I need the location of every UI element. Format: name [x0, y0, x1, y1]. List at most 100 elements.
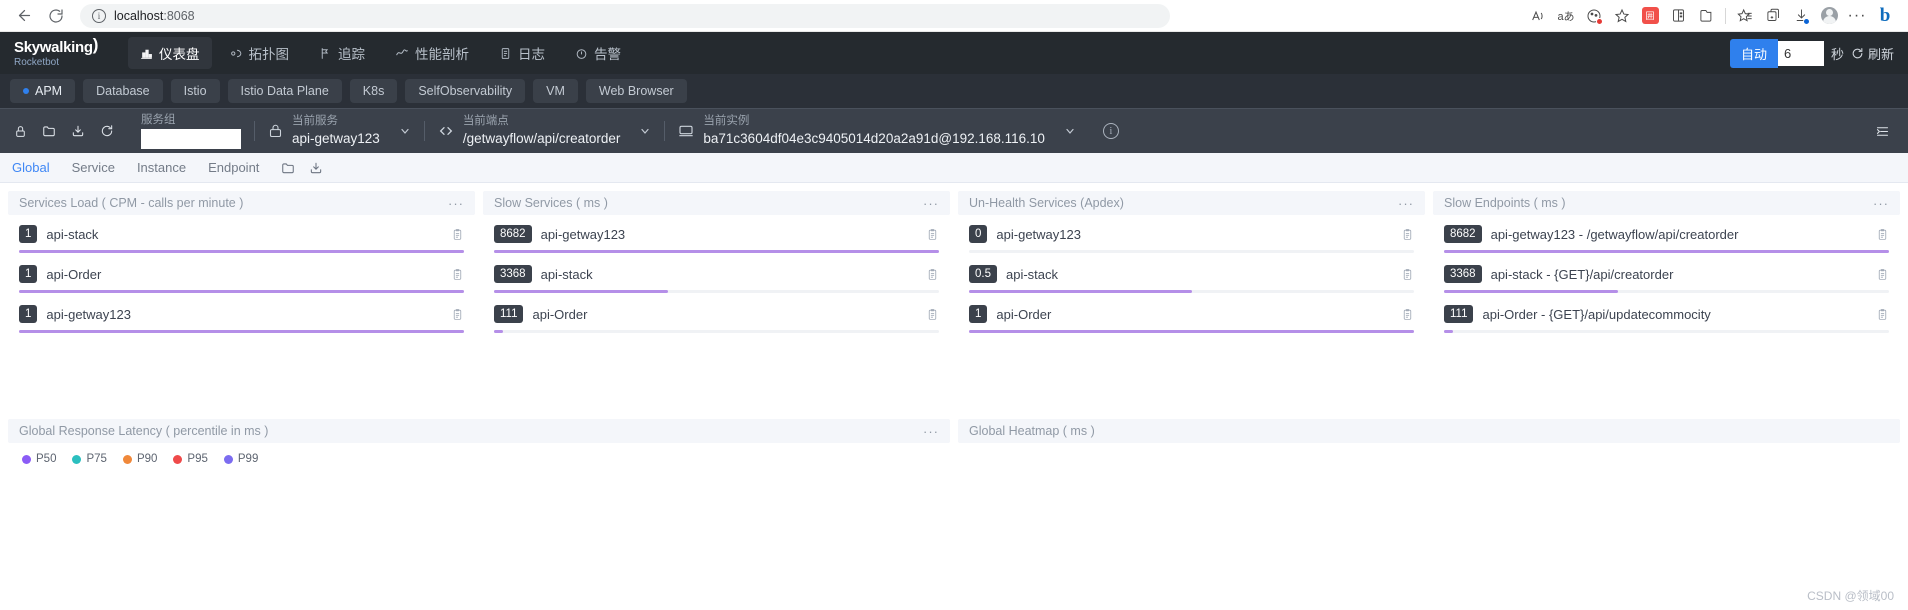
chevron-down-icon[interactable] [639, 125, 651, 137]
chevron-down-icon[interactable] [399, 125, 411, 137]
nav-item-trace[interactable]: 追踪 [307, 37, 377, 69]
copy-icon[interactable] [1401, 308, 1414, 321]
panel-menu-icon[interactable]: ··· [1398, 196, 1414, 211]
subtab-endpoint[interactable]: Endpoint [208, 160, 259, 175]
list-item[interactable]: 0 api-getway123 [969, 223, 1414, 253]
info-icon[interactable]: i [1102, 123, 1119, 139]
settings-more-icon[interactable]: ··· [1844, 3, 1870, 29]
chevron-down-icon[interactable] [1064, 125, 1076, 137]
service-group-selector[interactable]: 服务组 [128, 109, 254, 153]
list-item-label: api-getway123 [46, 306, 131, 322]
add-favorite-icon[interactable] [1609, 3, 1635, 29]
list-item[interactable]: 111 api-Order [494, 303, 939, 333]
skywalking-logo[interactable]: Skywalking Rocketbot [14, 38, 114, 69]
folder-icon[interactable] [281, 161, 295, 175]
nav-item-log[interactable]: 日志 [487, 37, 557, 69]
current-endpoint-selector[interactable]: 当前端点 /getwayflow/api/creatorder [425, 109, 665, 153]
favorites-icon[interactable] [1732, 3, 1758, 29]
nav-item-alarm[interactable]: 告警 [563, 37, 633, 69]
nav-label-trace: 追踪 [338, 47, 365, 62]
list-item[interactable]: 1 api-Order [969, 303, 1414, 333]
panel-title: Slow Endpoints ( ms ) [1444, 196, 1566, 210]
tab-apm[interactable]: APM [10, 79, 76, 103]
tab-web-browser[interactable]: Web Browser [585, 79, 687, 103]
panel-menu-icon[interactable]: ··· [923, 424, 939, 439]
copy-icon[interactable] [1401, 268, 1414, 281]
subtab-global[interactable]: Global [12, 160, 50, 175]
read-aloud-icon[interactable] [1525, 3, 1551, 29]
downloads-icon[interactable] [1788, 3, 1814, 29]
expand-panel-icon[interactable] [1868, 118, 1896, 144]
copy-icon[interactable] [926, 268, 939, 281]
list-item-label: api-Order [996, 306, 1052, 322]
copy-icon[interactable] [926, 228, 939, 241]
tab-k8s[interactable]: K8s [349, 79, 398, 103]
subtab-service[interactable]: Service [72, 160, 115, 175]
legend-item-p50[interactable]: P50 [22, 453, 56, 465]
info-icon[interactable]: i [92, 8, 106, 23]
current-instance-selector[interactable]: 当前实例 ba71c3604df04e3c9405014d20a2a91d@19… [665, 109, 1089, 153]
list-item[interactable]: 3368 api-stack - {GET}/api/creatorder [1444, 263, 1889, 293]
profile-avatar-icon[interactable] [1816, 3, 1842, 29]
browser-essentials-icon[interactable] [1581, 3, 1607, 29]
reload-icon[interactable] [93, 118, 121, 144]
back-arrow-icon[interactable] [10, 2, 38, 30]
reload-icon[interactable] [42, 2, 70, 30]
copy-icon[interactable] [1876, 268, 1889, 281]
tab-istio-data-plane[interactable]: Istio Data Plane [227, 79, 342, 103]
panel-menu-icon[interactable]: ··· [448, 196, 464, 211]
legend-item-p75[interactable]: P75 [72, 453, 107, 465]
add-tab-icon[interactable] [1760, 3, 1786, 29]
extension-red-icon[interactable]: 囲 [1637, 3, 1663, 29]
nav-item-dashboard[interactable]: 仪表盘 [128, 37, 212, 69]
nav-item-topology[interactable]: 拓扑图 [218, 37, 302, 69]
auto-toggle-button[interactable]: 自动 [1729, 38, 1778, 68]
service-group-input[interactable] [141, 129, 241, 150]
current-service-selector[interactable]: 当前服务 api-getway123 [255, 109, 424, 153]
current-endpoint-label: 当前端点 [462, 115, 509, 128]
copy-icon[interactable] [926, 308, 939, 321]
refresh-button[interactable]: 刷新 [1851, 44, 1894, 63]
folder-icon[interactable] [35, 118, 63, 144]
list-item[interactable]: 8682 api-getway123 [494, 223, 939, 253]
list-item[interactable]: 0.5 api-stack [969, 263, 1414, 293]
panel-title: Un-Health Services (Apdex) [969, 196, 1124, 210]
nav-item-profile[interactable]: 性能剖析 [383, 37, 481, 69]
copilot-icon[interactable]: b [1872, 3, 1898, 29]
split-screen-icon[interactable] [1665, 3, 1691, 29]
copy-icon[interactable] [451, 228, 464, 241]
list-item[interactable]: 1 api-stack [19, 223, 464, 253]
panel-menu-icon[interactable]: ··· [1873, 196, 1889, 211]
panel-menu-icon[interactable]: ··· [923, 196, 939, 211]
copy-icon[interactable] [1401, 228, 1414, 241]
tab-vm[interactable]: VM [533, 79, 578, 103]
status-badge: 8682 [494, 224, 532, 244]
collections-icon[interactable] [1693, 3, 1719, 29]
translate-icon[interactable]: aあ [1553, 3, 1579, 29]
refresh-interval-input[interactable] [1777, 40, 1824, 66]
tab-database[interactable]: Database [83, 79, 163, 103]
list-item[interactable]: 8682 api-getway123 - /getwayflow/api/cre… [1444, 223, 1889, 253]
list-item[interactable]: 1 api-getway123 [19, 303, 464, 333]
legend-item-p95[interactable]: P95 [173, 453, 208, 465]
legend-item-p99[interactable]: P99 [223, 453, 258, 465]
legend-item-p90[interactable]: P90 [122, 453, 157, 465]
panel-header: Services Load ( CPM - calls per minute )… [8, 191, 475, 215]
tab-label-selfobservability: SelfObservability [418, 84, 513, 98]
list-item[interactable]: 1 api-Order [19, 263, 464, 293]
list-item[interactable]: 111 api-Order - {GET}/api/updatecommocit… [1444, 303, 1889, 333]
alert-badge [1596, 17, 1603, 25]
copy-icon[interactable] [451, 268, 464, 281]
lock-icon[interactable] [6, 118, 34, 144]
copy-icon[interactable] [1876, 228, 1889, 241]
address-bar[interactable]: i localhost:8068 [80, 3, 1170, 28]
subtab-instance[interactable]: Instance [137, 160, 186, 175]
copy-icon[interactable] [451, 308, 464, 321]
tab-selfobservability[interactable]: SelfObservability [405, 79, 526, 103]
list-item-label: api-Order [532, 306, 588, 322]
list-item[interactable]: 3368 api-stack [494, 263, 939, 293]
download-icon[interactable] [64, 118, 92, 144]
tab-istio[interactable]: Istio [170, 79, 220, 103]
download-icon[interactable] [309, 161, 323, 175]
copy-icon[interactable] [1876, 308, 1889, 321]
